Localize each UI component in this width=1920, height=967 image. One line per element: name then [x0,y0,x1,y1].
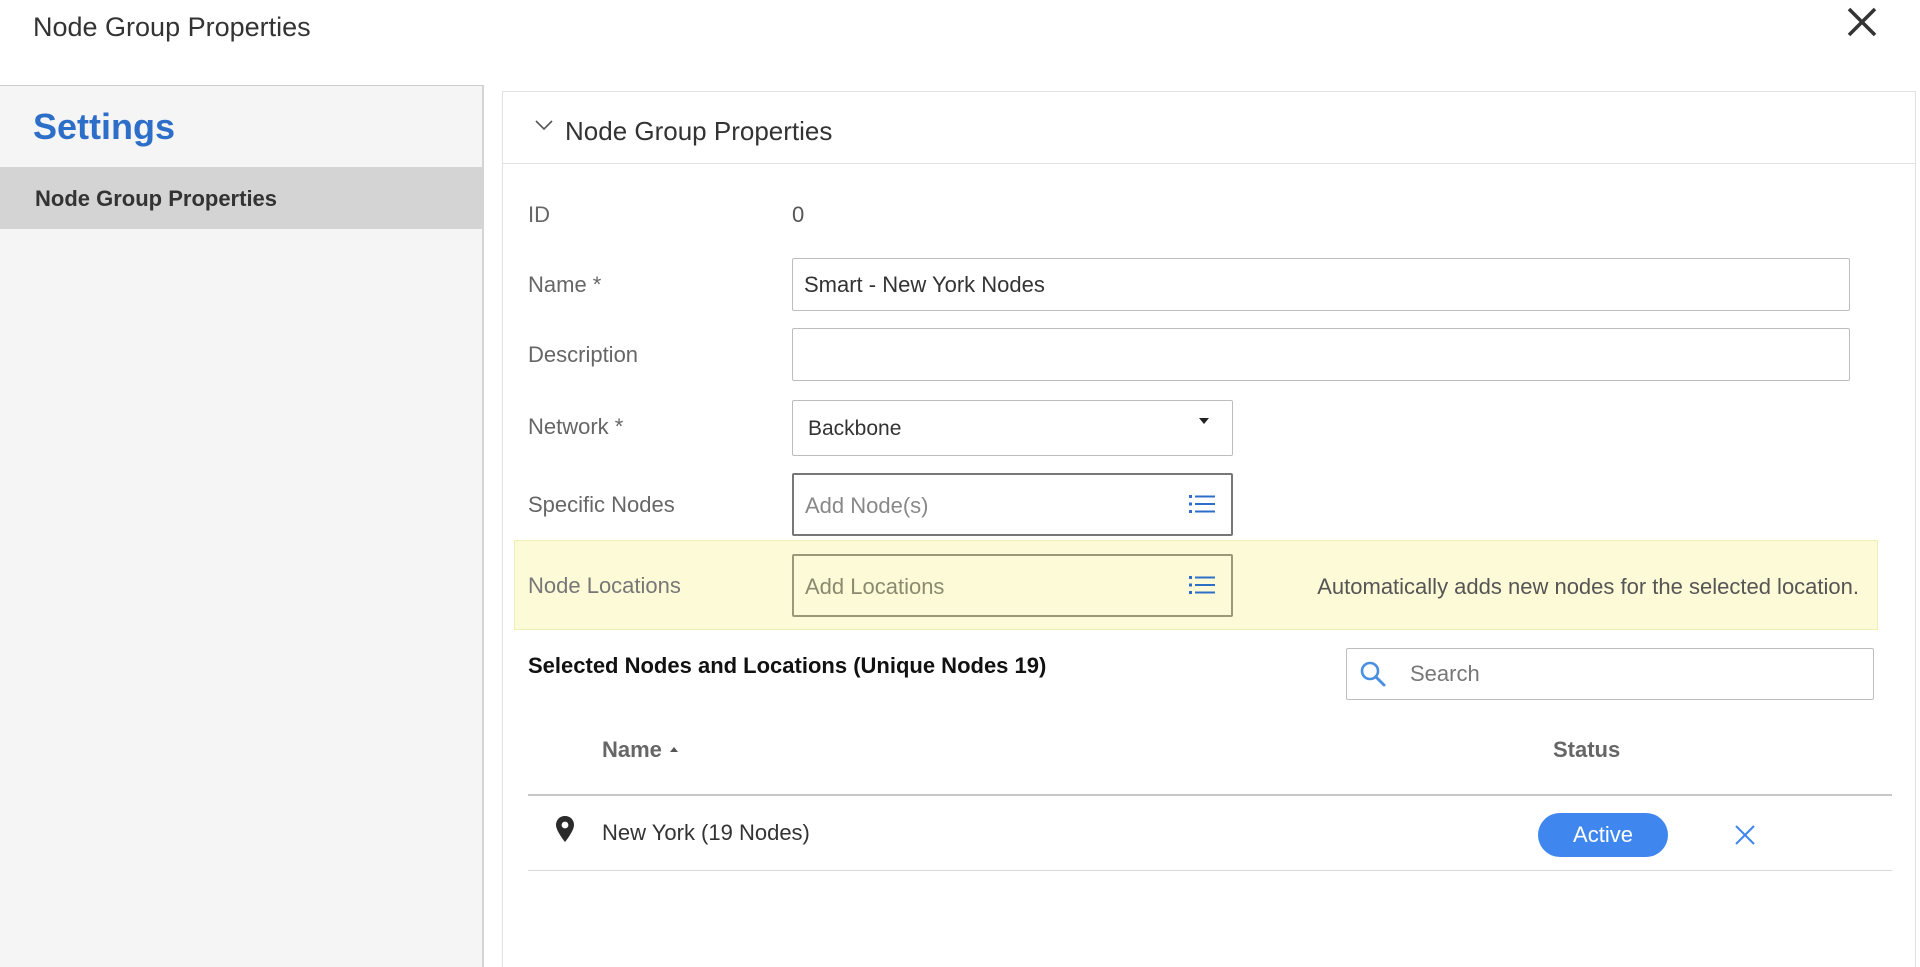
column-header-status: Status [1553,737,1621,762]
selected-section-title: Selected Nodes and Locations (Unique Nod… [528,653,1047,678]
search-icon [1360,661,1386,687]
chevron-down-icon [535,120,553,131]
remove-icon[interactable] [1732,822,1758,848]
close-icon[interactable] [1842,2,1882,42]
network-label: Network * [528,414,624,439]
sort-ascending-icon [669,746,678,752]
dialog-title: Node Group Properties [33,12,311,42]
column-header-name[interactable]: Name [602,737,678,763]
node-locations-label: Node Locations [528,573,681,598]
id-value: 0 [792,202,805,227]
description-field[interactable] [792,328,1850,381]
specific-nodes-label: Specific Nodes [528,492,675,517]
table-row: New York (19 Nodes) Active [528,796,1892,871]
network-select[interactable]: Backbone [792,400,1233,456]
sidebar: Settings Node Group Properties [0,85,484,967]
panel-header-toggle[interactable]: Node Group Properties [503,92,1915,164]
location-pin-icon [556,816,574,842]
specific-nodes-placeholder: Add Node(s) [805,493,929,518]
network-select-value: Backbone [808,417,902,440]
status-badge: Active [1538,813,1668,857]
name-field[interactable] [792,258,1850,311]
list-icon[interactable] [1189,574,1215,596]
dialog-header: Node Group Properties [0,0,1920,85]
node-locations-hint: Automatically adds new nodes for the sel… [1317,574,1859,599]
sidebar-item-node-group-properties[interactable]: Node Group Properties [0,167,482,229]
id-label: ID [528,202,550,227]
sidebar-item-label: Node Group Properties [35,186,278,211]
name-label: Name * [528,272,602,297]
search-input[interactable] [1410,649,1865,699]
column-header-name-label: Name [602,737,662,762]
panel-title: Node Group Properties [565,116,833,146]
search-box [1346,648,1874,700]
specific-nodes-picker[interactable]: Add Node(s) [792,473,1233,536]
caret-down-icon [1199,418,1209,424]
sidebar-title: Settings [33,106,176,147]
row-name: New York (19 Nodes) [602,820,810,845]
description-label: Description [528,342,639,367]
node-locations-picker[interactable]: Add Locations [792,554,1233,617]
list-icon[interactable] [1189,493,1215,515]
node-locations-placeholder: Add Locations [805,574,945,599]
